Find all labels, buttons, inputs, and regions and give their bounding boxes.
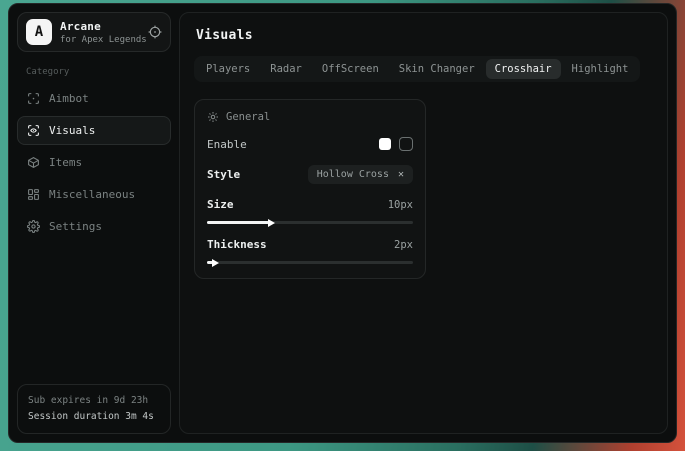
size-label: Size [207,198,234,211]
sidebar-item-visuals[interactable]: Visuals [17,116,171,145]
sidebar-item-label: Aimbot [49,92,89,105]
sidebar-header: A Arcane for Apex Legends [17,12,171,52]
general-settings-card: General Enable Style Hollow Cross ✕ Size… [194,99,426,279]
size-slider-fill [207,221,269,224]
style-select[interactable]: Hollow Cross ✕ [308,165,413,184]
thickness-row: Thickness 2px [207,238,413,251]
card-header: General [207,111,413,123]
thickness-slider-fill [207,261,213,264]
tab-bar: Players Radar OffScreen Skin Changer Cro… [194,56,640,82]
misc-grid-icon [27,188,40,201]
sidebar-item-label: Settings [49,220,102,233]
visuals-eye-icon [27,124,40,137]
enable-row: Enable [207,137,413,151]
style-label: Style [207,168,240,181]
aimbot-scan-icon [27,92,40,105]
tab-skin-changer[interactable]: Skin Changer [390,59,484,79]
app-subtitle: for Apex Legends [60,35,140,45]
color-swatch[interactable] [379,138,391,150]
size-value: 10px [388,199,413,211]
style-row: Style Hollow Cross ✕ [207,165,413,184]
tab-players[interactable]: Players [197,59,259,79]
enable-checkbox[interactable] [399,137,413,151]
sub-expires-text: Sub expires in 9d 23h [28,393,160,409]
tab-highlight[interactable]: Highlight [563,59,638,79]
sidebar-item-label: Visuals [49,124,95,137]
thickness-value: 2px [394,239,413,251]
category-label: Category [26,67,171,77]
gear-icon [207,111,219,123]
page-title: Visuals [196,28,653,43]
items-box-icon [27,156,40,169]
thickness-slider[interactable] [207,261,413,264]
app-window: A Arcane for Apex Legends Category [8,3,677,443]
sidebar-item-settings[interactable]: Settings [17,212,171,241]
sidebar-item-items[interactable]: Items [17,148,171,177]
main-panel: Visuals Players Radar OffScreen Skin Cha… [179,12,668,434]
settings-gear-icon [27,220,40,233]
clear-style-icon[interactable]: ✕ [398,170,404,180]
style-value: Hollow Cross [317,169,389,180]
sidebar-nav: Aimbot Visuals [17,84,171,241]
sidebar-item-aimbot[interactable]: Aimbot [17,84,171,113]
sidebar-item-miscellaneous[interactable]: Miscellaneous [17,180,171,209]
app-titles: Arcane for Apex Legends [60,20,140,45]
app-logo: A [26,19,52,45]
enable-label: Enable [207,138,247,151]
thickness-label: Thickness [207,238,267,251]
sidebar: A Arcane for Apex Legends Category [9,4,179,442]
sidebar-spacer [17,241,171,384]
app-title: Arcane [60,20,140,33]
tab-crosshair[interactable]: Crosshair [486,59,561,79]
card-header-label: General [226,111,270,123]
subscription-info-box: Sub expires in 9d 23h Session duration 3… [17,384,171,434]
session-duration-text: Session duration 3m 4s [28,409,160,425]
sidebar-item-label: Miscellaneous [49,188,135,201]
tab-radar[interactable]: Radar [261,59,311,79]
crosshair-target-icon[interactable] [148,25,162,39]
size-row: Size 10px [207,198,413,211]
sidebar-item-label: Items [49,156,82,169]
size-slider[interactable] [207,221,413,224]
tab-offscreen[interactable]: OffScreen [313,59,388,79]
